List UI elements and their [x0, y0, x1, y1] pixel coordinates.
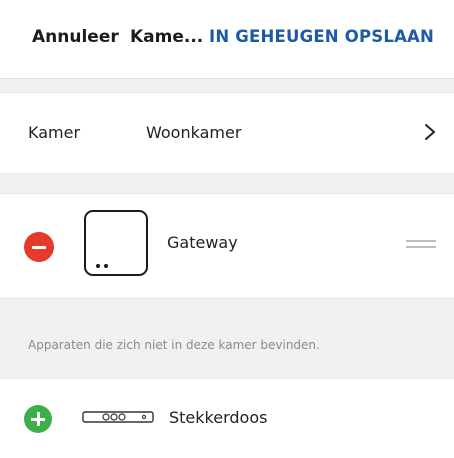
room-label: Kamer — [28, 123, 81, 142]
section-note: Apparaten die zich niet in deze kamer be… — [28, 338, 320, 352]
device-row-gateway: Gateway — [0, 193, 454, 299]
page-title: Kame... — [130, 27, 204, 47]
header-bar: Annuleer Kame... IN GEHEUGEN OPSLAAN — [0, 0, 454, 79]
chevron-right-icon — [425, 124, 435, 140]
gateway-icon — [84, 210, 148, 276]
device-name: Stekkerdoos — [169, 408, 268, 427]
save-button[interactable]: IN GEHEUGEN OPSLAAN — [209, 27, 434, 46]
device-name: Gateway — [167, 233, 238, 252]
drag-handle-icon[interactable] — [406, 240, 436, 252]
remove-device-button[interactable] — [24, 232, 54, 262]
device-row-stekkerdoos: Stekkerdoos — [0, 378, 454, 458]
background-band-middle — [0, 172, 454, 193]
cancel-button[interactable]: Annuleer — [32, 27, 119, 47]
room-value: Woonkamer — [146, 123, 242, 142]
add-device-button[interactable] — [24, 405, 52, 433]
power-strip-icon — [82, 411, 154, 423]
background-band-top — [0, 78, 454, 92]
room-selector-row[interactable]: Kamer Woonkamer — [0, 92, 454, 174]
